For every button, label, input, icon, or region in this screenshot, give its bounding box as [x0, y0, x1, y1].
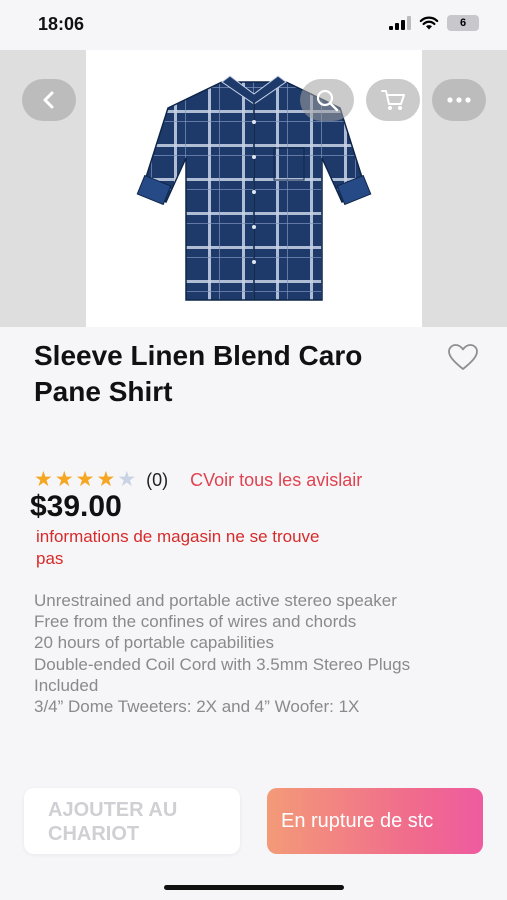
product-description: Unrestrained and portable active stereo …: [34, 590, 474, 717]
more-options-button[interactable]: [432, 79, 486, 121]
heart-outline-icon[interactable]: [447, 343, 479, 371]
product-title: Sleeve Linen Blend Caro Pane Shirt: [34, 340, 363, 407]
description-line: 20 hours of portable capabilities: [34, 633, 275, 653]
search-button[interactable]: [300, 79, 354, 121]
star-filled-icon: ★: [75, 468, 95, 491]
back-button[interactable]: [22, 79, 76, 121]
description-line: Unrestrained and portable active stereo …: [34, 591, 397, 610]
star-empty-icon: ★: [117, 468, 137, 491]
battery-indicator: 6: [447, 15, 479, 31]
product-price: $39.00: [30, 490, 122, 523]
star-filled-icon: ★: [34, 468, 53, 491]
status-time: 18:06: [38, 14, 85, 34]
status-bar: 18:06 6: [0, 0, 507, 50]
star-filled-icon: ★: [96, 468, 116, 491]
rating-stars: ★ ★ ★ ★ ★: [34, 469, 136, 491]
signal-icon: [389, 16, 411, 30]
cart-button[interactable]: [366, 79, 420, 121]
status-icons: 6: [389, 15, 479, 31]
star-filled-icon: ★: [54, 468, 74, 491]
add-to-cart-button[interactable]: AJOUTER AU CHARIOT: [24, 788, 240, 854]
cart-icon: [381, 90, 405, 110]
description-line: Double-ended Coil Cord with 3.5mm Stereo…: [34, 654, 411, 695]
see-all-reviews-link[interactable]: CVoir tous les avislair: [190, 470, 362, 491]
store-info-text: informations de magasin ne se trouve pas: [36, 527, 320, 568]
review-count: (0): [146, 469, 169, 490]
description-line: 3/4” Dome Tweeters: 2X and 4” Woofer: 1X: [34, 697, 360, 717]
search-icon: [316, 89, 339, 112]
wifi-icon: [419, 16, 439, 30]
description-line: Free from the confines of wires and chor…: [34, 612, 357, 632]
rating-row: ★ ★ ★ ★ ★ (0) CVoir tous les avislair: [34, 468, 362, 492]
home-indicator: [164, 885, 344, 890]
product-image-area: [0, 50, 507, 327]
more-dots-icon: [447, 97, 471, 103]
out-of-stock-button[interactable]: En rupture de stc: [267, 788, 483, 854]
back-chevron-icon: [43, 91, 54, 109]
